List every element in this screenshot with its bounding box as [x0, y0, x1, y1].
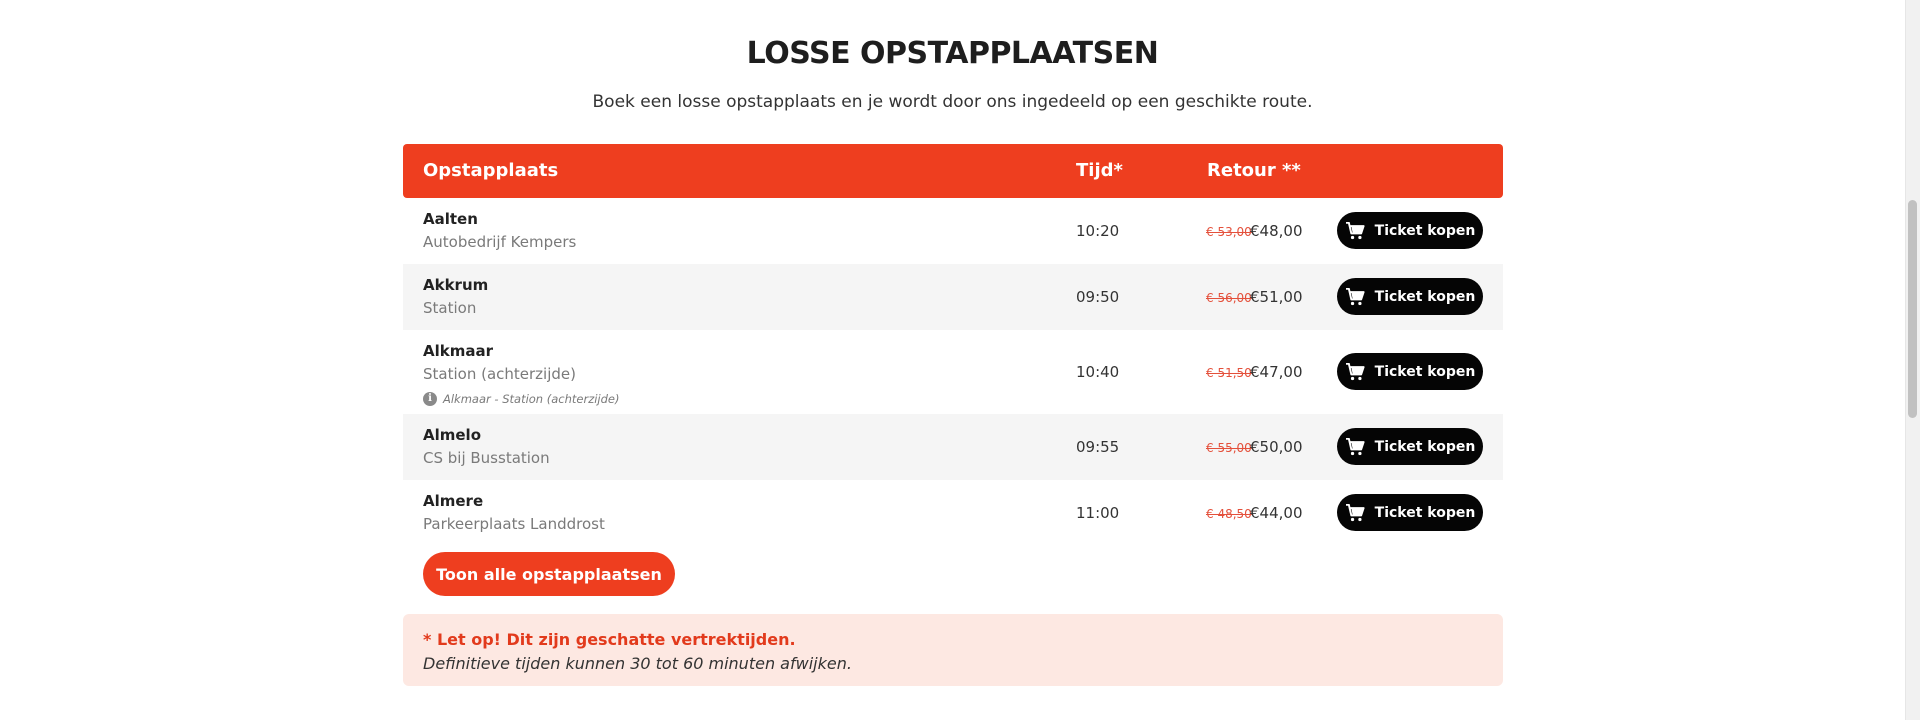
column-header-retour: Retour ** — [1207, 160, 1301, 181]
notice-box: * Let op! Dit zijn geschatte vertrektijd… — [403, 614, 1503, 686]
row-price: €47,00 — [1250, 363, 1303, 381]
row-location: Parkeerplaats Landdrost — [423, 515, 605, 533]
ticket-kopen-button[interactable]: Ticket kopen — [1337, 278, 1483, 315]
row-old-price: € 51,50 — [1206, 366, 1252, 380]
row-location: Station — [423, 299, 477, 317]
ticket-kopen-label: Ticket kopen — [1374, 288, 1476, 305]
row-time: 11:00 — [1076, 504, 1120, 522]
row-time: 09:55 — [1076, 438, 1120, 456]
row-old-price: € 48,50 — [1206, 507, 1252, 521]
ticket-kopen-label: Ticket kopen — [1374, 504, 1476, 521]
row-location: Autobedrijf Kempers — [423, 233, 577, 251]
ticket-kopen-label: Ticket kopen — [1374, 222, 1476, 239]
row-price: €51,00 — [1250, 288, 1303, 306]
cart-icon — [1345, 437, 1365, 455]
ticket-kopen-button[interactable]: Ticket kopen — [1337, 353, 1483, 390]
row-time: 10:40 — [1076, 363, 1120, 381]
scrollbar-thumb[interactable] — [1908, 200, 1917, 418]
table-row: Akkrum Station 09:50 € 56,00 €51,00 Tick… — [403, 264, 1503, 330]
row-old-price: € 53,00 — [1206, 225, 1252, 239]
row-price: €50,00 — [1250, 438, 1303, 456]
row-city: Aalten — [423, 210, 478, 228]
page-title: LOSSE OPSTAPPLAATSEN — [746, 36, 1159, 71]
table-row: Almere Parkeerplaats Landdrost 11:00 € 4… — [403, 480, 1503, 546]
info-icon: i — [423, 392, 437, 406]
notice-warning: * Let op! Dit zijn geschatte vertrektijd… — [423, 630, 796, 649]
cart-icon — [1345, 221, 1365, 239]
column-header-place: Opstapplaats — [423, 160, 559, 181]
departure-table: Opstapplaats Tijd* Retour ** Aalten Auto… — [403, 144, 1503, 546]
ticket-kopen-button[interactable]: Ticket kopen — [1337, 212, 1483, 249]
row-city: Almere — [423, 492, 484, 510]
show-all-button[interactable]: Toon alle opstapplaatsen — [423, 552, 675, 596]
row-old-price: € 56,00 — [1206, 291, 1252, 305]
cart-icon — [1345, 287, 1365, 305]
table-row: Aalten Autobedrijf Kempers 10:20 € 53,00… — [403, 198, 1503, 264]
row-time: 10:20 — [1076, 222, 1120, 240]
page-subtitle: Boek een losse opstapplaats en je wordt … — [592, 92, 1313, 112]
row-city: Alkmaar — [423, 342, 493, 360]
ticket-kopen-label: Ticket kopen — [1374, 438, 1476, 455]
ticket-kopen-label: Ticket kopen — [1374, 363, 1476, 380]
table-row: Almelo CS bij Busstation 09:55 € 55,00 €… — [403, 414, 1503, 480]
ticket-kopen-button[interactable]: Ticket kopen — [1337, 494, 1483, 531]
row-location: CS bij Busstation — [423, 449, 550, 467]
row-time: 09:50 — [1076, 288, 1120, 306]
row-price: €44,00 — [1250, 504, 1303, 522]
row-note: i Alkmaar - Station (achterzijde) — [423, 392, 620, 406]
notice-detail: Definitieve tijden kunnen 30 tot 60 minu… — [423, 654, 852, 673]
row-city: Almelo — [423, 426, 482, 444]
table-row: Alkmaar Station (achterzijde) i Alkmaar … — [403, 330, 1503, 414]
cart-icon — [1345, 503, 1365, 521]
row-price: €48,00 — [1250, 222, 1303, 240]
cart-icon — [1345, 362, 1365, 380]
table-header: Opstapplaats Tijd* Retour ** — [403, 144, 1503, 198]
row-note-text: Alkmaar - Station (achterzijde) — [443, 392, 620, 406]
row-old-price: € 55,00 — [1206, 441, 1252, 455]
row-city: Akkrum — [423, 276, 489, 294]
scrollbar[interactable] — [1905, 0, 1920, 720]
ticket-kopen-button[interactable]: Ticket kopen — [1337, 428, 1483, 465]
row-location: Station (achterzijde) — [423, 365, 576, 383]
column-header-time: Tijd* — [1076, 160, 1123, 181]
